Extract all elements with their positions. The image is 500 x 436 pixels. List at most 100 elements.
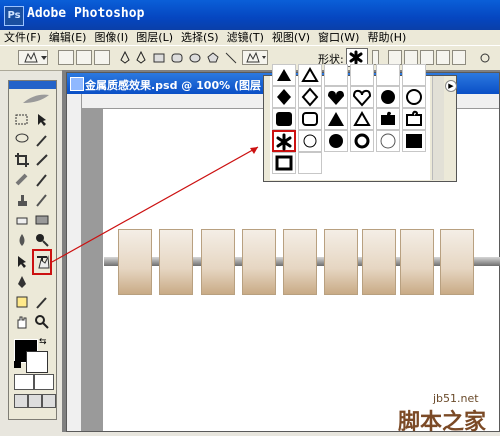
shape-cell[interactable]	[298, 64, 322, 86]
shape-cell[interactable]	[402, 108, 426, 130]
paths-button[interactable]	[76, 50, 92, 65]
custom-shape-icon	[246, 51, 266, 63]
shape-cell[interactable]	[376, 108, 400, 130]
clone-stamp-tool[interactable]	[14, 192, 30, 208]
eraser-icon	[16, 217, 28, 225]
swap-colors-icon[interactable]: ⇆	[39, 337, 47, 347]
menu-help[interactable]: 帮助(H)	[363, 30, 410, 45]
dodge-tool[interactable]	[34, 232, 50, 248]
shape-dropdown-arrow[interactable]	[372, 50, 379, 65]
eyedropper-tool[interactable]	[34, 294, 50, 310]
move-tool[interactable]	[34, 112, 50, 128]
shape-cell[interactable]	[324, 130, 348, 152]
shape-cell[interactable]	[376, 86, 400, 108]
slice-tool[interactable]	[34, 152, 50, 168]
triangle-outline-shape-icon	[301, 67, 319, 82]
standard-mode-button[interactable]	[14, 374, 34, 390]
polygon-icon[interactable]	[206, 50, 220, 65]
default-colors-icon[interactable]	[14, 361, 21, 368]
shape-picker-grid	[270, 64, 430, 180]
combine-new-button[interactable]	[388, 50, 402, 65]
shape-cell[interactable]	[298, 86, 322, 108]
notes-tool[interactable]	[14, 294, 30, 310]
combine-add-button[interactable]	[404, 50, 418, 65]
shape-cell-asterisk-selected[interactable]	[272, 130, 296, 152]
shape-cell[interactable]	[376, 64, 400, 86]
water-drop-icon	[19, 234, 25, 246]
flower-outline-shape-icon	[303, 134, 317, 148]
screen-mode-full-menu[interactable]	[28, 394, 42, 408]
shape-cell[interactable]	[324, 108, 348, 130]
shape-picker-scrollbar[interactable]	[432, 76, 444, 180]
shape-cell[interactable]	[298, 108, 322, 130]
shape-cell[interactable]	[350, 86, 374, 108]
shape-cell[interactable]	[298, 152, 322, 174]
brush-tool[interactable]	[34, 172, 50, 188]
shape-layers-button[interactable]	[58, 50, 74, 65]
move-icon	[38, 114, 46, 126]
photoshop-logo: Ps	[4, 6, 24, 26]
link-icon[interactable]	[478, 50, 492, 65]
shape-cell[interactable]	[324, 86, 348, 108]
pen-tool[interactable]	[14, 274, 30, 290]
triangle-shape-icon	[328, 112, 344, 126]
healing-tool[interactable]	[14, 172, 30, 188]
tool-preset-picker[interactable]	[18, 50, 48, 65]
shape-picker-popup: ▶	[263, 64, 457, 182]
quick-mask-button[interactable]	[34, 374, 54, 390]
rectangle-icon[interactable]	[152, 50, 166, 65]
menu-window[interactable]: 窗口(W)	[314, 30, 363, 45]
flower-outline-shape-icon	[406, 89, 422, 105]
shape-cell[interactable]	[272, 64, 296, 86]
ellipse-icon[interactable]	[188, 50, 202, 65]
history-brush-tool[interactable]	[34, 192, 50, 208]
shape-cell[interactable]	[402, 86, 426, 108]
shape-cell[interactable]	[350, 130, 374, 152]
shape-cell[interactable]	[298, 130, 322, 152]
screen-mode-standard[interactable]	[14, 394, 28, 408]
pen-icon	[18, 276, 26, 288]
rounded-rectangle-icon[interactable]	[170, 50, 184, 65]
menu-edit[interactable]: 编辑(E)	[45, 30, 91, 45]
hand-tool[interactable]	[14, 314, 30, 330]
shape-cell[interactable]	[350, 108, 374, 130]
zoom-tool[interactable]	[34, 314, 50, 330]
combine-subtract-button[interactable]	[420, 50, 434, 65]
shape-cell[interactable]	[376, 130, 400, 152]
canvas-margin	[81, 108, 103, 431]
crop-tool[interactable]	[14, 152, 30, 168]
eraser-tool[interactable]	[14, 212, 30, 228]
shape-cell[interactable]	[272, 152, 296, 174]
square-filled-shape-icon	[406, 134, 422, 148]
freeform-pen-icon[interactable]	[134, 50, 148, 65]
lasso-tool[interactable]	[14, 132, 30, 148]
menu-layer[interactable]: 图层(L)	[132, 30, 177, 45]
path-selection-tool[interactable]	[14, 254, 30, 270]
menu-view[interactable]: 视图(V)	[268, 30, 314, 45]
marquee-tool[interactable]	[14, 112, 30, 128]
shape-cell[interactable]	[272, 86, 296, 108]
shape-cell[interactable]	[350, 64, 374, 86]
shape-picker-menu-button[interactable]: ▶	[445, 80, 457, 92]
blur-tool[interactable]	[14, 232, 30, 248]
title-bar: Ps Adobe Photoshop	[0, 0, 500, 30]
menu-select[interactable]: 选择(S)	[177, 30, 223, 45]
shape-cell[interactable]	[272, 108, 296, 130]
shape-cell[interactable]	[324, 64, 348, 86]
combine-exclude-button[interactable]	[452, 50, 466, 65]
shape-cell[interactable]	[402, 64, 426, 86]
menu-image[interactable]: 图像(I)	[90, 30, 132, 45]
magic-wand-tool[interactable]	[34, 132, 50, 148]
pen-icon[interactable]	[118, 50, 132, 65]
combine-intersect-button[interactable]	[436, 50, 450, 65]
screen-mode-full[interactable]	[42, 394, 56, 408]
custom-shape-button[interactable]	[242, 50, 268, 65]
menu-file[interactable]: 文件(F)	[0, 30, 45, 45]
fill-pixels-button[interactable]	[94, 50, 110, 65]
menu-filter[interactable]: 滤镜(T)	[223, 30, 268, 45]
background-color-swatch[interactable]	[26, 351, 48, 373]
gradient-tool[interactable]	[34, 212, 50, 228]
shape-cell[interactable]	[402, 130, 426, 152]
line-icon[interactable]	[224, 50, 238, 65]
circle-outline-shape-icon	[380, 133, 396, 149]
